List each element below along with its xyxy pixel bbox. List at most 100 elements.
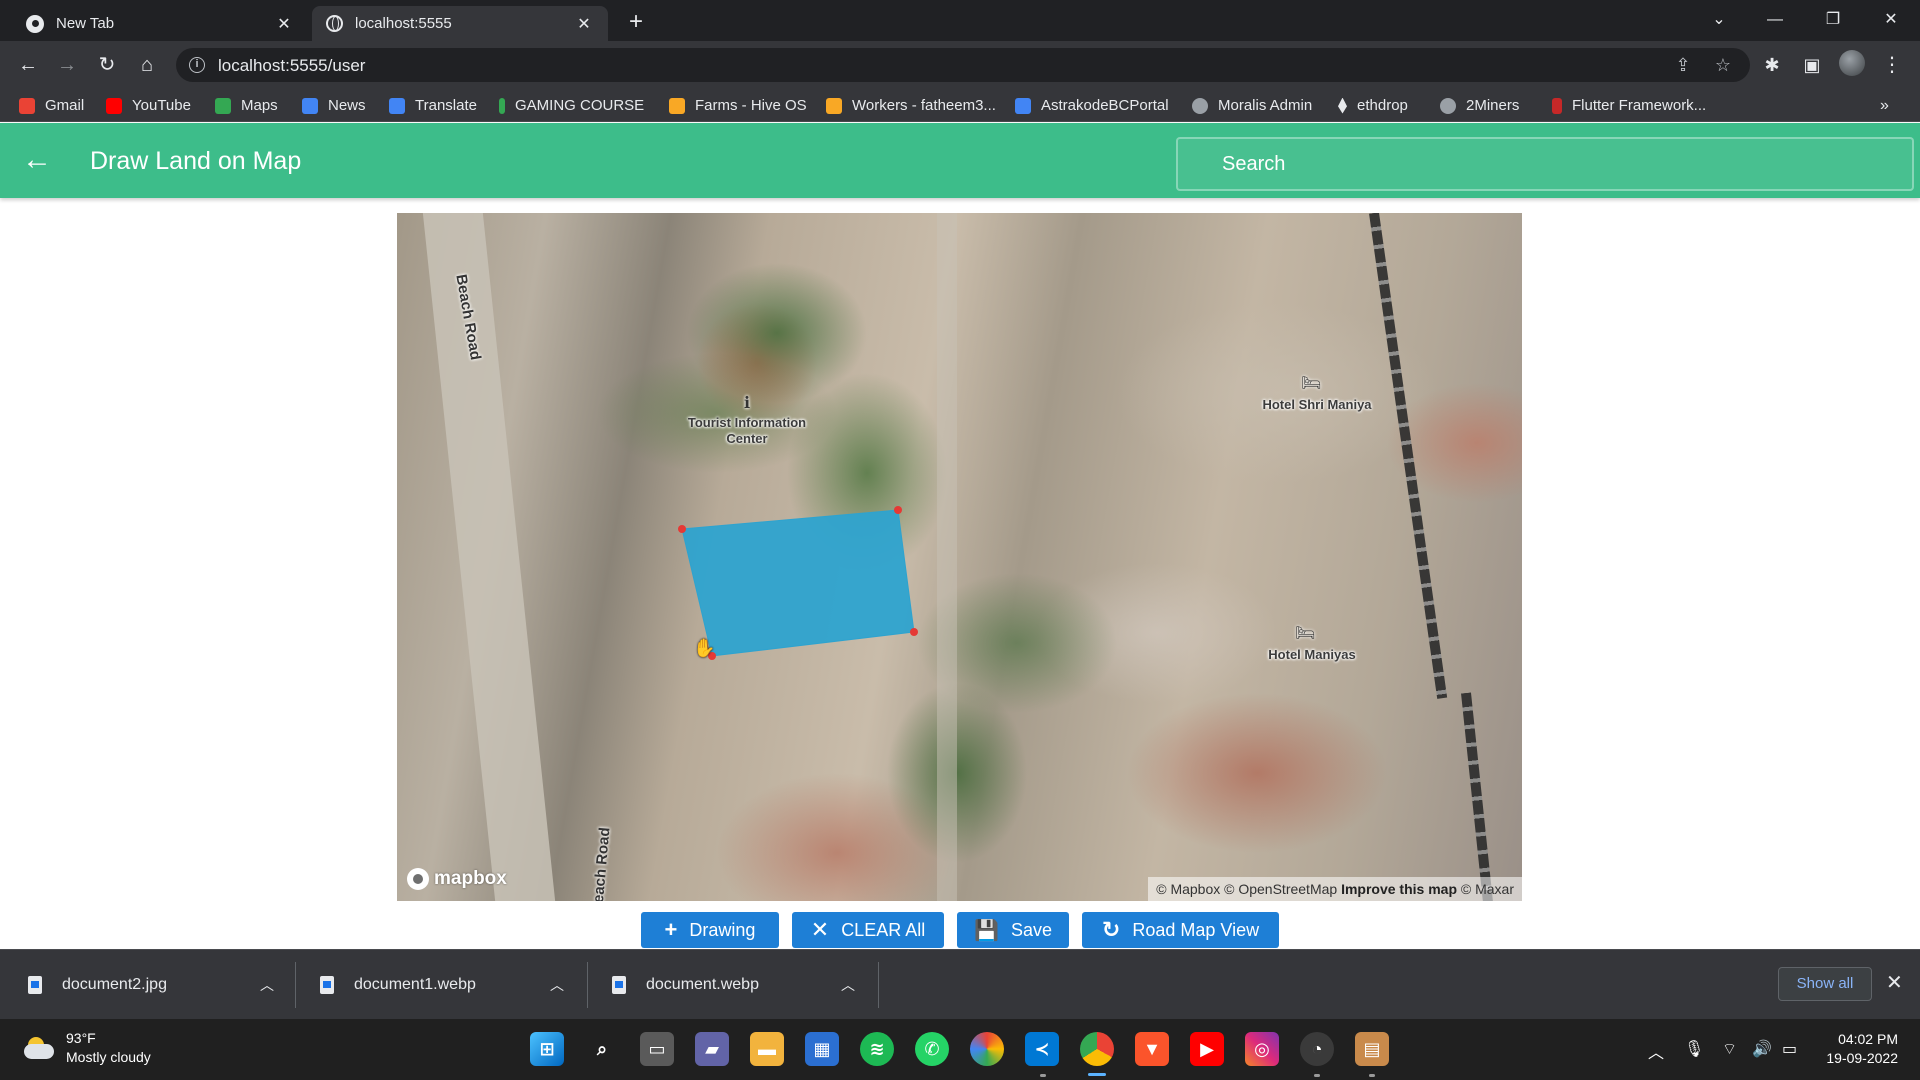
teams-chat-icon[interactable]: ▰ (695, 1032, 729, 1066)
extensions-icon[interactable]: ✱ (1756, 49, 1788, 81)
ethereum-icon (1338, 97, 1347, 114)
search-icon[interactable]: ⌕ (585, 1032, 619, 1066)
weather-widget[interactable]: 93°F Mostly cloudy (24, 1029, 151, 1067)
photos-icon[interactable] (970, 1032, 1004, 1066)
search-input[interactable] (1178, 139, 1912, 189)
task-view-icon[interactable]: ▭ (640, 1032, 674, 1066)
bookmark-astrakode[interactable]: AstrakodeBCPortal (1015, 89, 1169, 122)
drawing-button[interactable]: + Drawing (641, 912, 779, 948)
chrome-taskbar-icon[interactable] (1080, 1032, 1114, 1066)
save-button[interactable]: 💾 Save (957, 912, 1069, 948)
weather-description: Mostly cloudy (66, 1049, 151, 1065)
info-icon[interactable]: i (189, 57, 205, 73)
windows-start-icon[interactable]: ⊞ (530, 1032, 564, 1066)
close-icon[interactable]: ✕ (274, 14, 294, 34)
download-filename: document1.webp (354, 976, 476, 993)
tab-localhost[interactable]: localhost:5555 ✕ (312, 6, 608, 41)
close-icon[interactable]: ✕ (574, 14, 594, 34)
vscode-icon[interactable]: ≺ (1025, 1032, 1059, 1066)
mapbox-logo[interactable]: mapbox (407, 868, 507, 890)
bookmark-ethdrop[interactable]: ethdrop (1338, 89, 1408, 122)
back-arrow-icon[interactable]: ← (20, 143, 54, 177)
wifi-icon[interactable]: ⌔ (1722, 1039, 1737, 1059)
translate-icon (389, 97, 405, 114)
bookmark-translate[interactable]: Translate (389, 89, 477, 122)
battery-icon[interactable]: ▭ (1782, 1039, 1797, 1059)
chevron-up-icon[interactable]: ︿ (841, 975, 855, 995)
spotify-icon[interactable]: ≋ (860, 1032, 894, 1066)
attribution-osm[interactable]: © OpenStreetMap (1224, 881, 1337, 897)
polygon-vertex[interactable] (894, 506, 902, 514)
search-field[interactable] (1176, 137, 1914, 191)
package-box-icon[interactable]: ▤ (1355, 1032, 1389, 1066)
attribution-maxar[interactable]: © Maxar (1461, 881, 1514, 897)
tab-search-icon[interactable]: ⌄ (1696, 4, 1742, 36)
clear-all-button[interactable]: ✕ CLEAR All (792, 912, 944, 948)
bookmark-flutter[interactable]: Flutter Framework... (1552, 89, 1706, 122)
divider (295, 962, 296, 1008)
polygon-vertex[interactable] (910, 628, 918, 636)
share-icon[interactable]: ⇪ (1670, 52, 1696, 78)
moralis-icon (1192, 97, 1208, 114)
bookmark-label: Moralis Admin (1218, 97, 1313, 114)
show-all-button[interactable]: Show all (1778, 967, 1872, 1001)
download-filename: document2.jpg (62, 976, 167, 993)
download-item[interactable]: document1.webp ︿ (320, 962, 570, 1008)
clock[interactable]: 04:02 PM 19-09-2022 (1808, 1030, 1898, 1068)
side-panel-icon[interactable]: ▣ (1796, 49, 1828, 81)
tab-new-tab[interactable]: New Tab ✕ (12, 6, 308, 41)
menu-kebab-icon[interactable]: ⋮ (1876, 49, 1908, 81)
reload-icon[interactable]: ↻ (91, 49, 123, 81)
forward-icon[interactable]: → (51, 49, 83, 81)
bookmark-star-icon[interactable]: ☆ (1710, 52, 1736, 78)
land-polygon[interactable] (681, 509, 915, 657)
bookmark-gaming-course[interactable]: GAMING COURSE (499, 89, 644, 122)
chevron-up-icon[interactable]: ︿ (1648, 1039, 1664, 1063)
polygon-vertex[interactable] (678, 525, 686, 533)
home-icon[interactable]: ⌂ (131, 49, 163, 81)
bookmark-moralis[interactable]: Moralis Admin (1192, 89, 1312, 122)
microphone-icon[interactable]: 🎙 (1684, 1039, 1704, 1059)
bookmark-youtube[interactable]: YouTube (106, 89, 191, 122)
restore-button[interactable]: ❐ (1810, 4, 1856, 36)
bookmark-maps[interactable]: Maps (215, 89, 278, 122)
instagram-icon[interactable]: ◎ (1245, 1032, 1279, 1066)
bookmark-hive-os[interactable]: Farms - Hive OS (669, 89, 807, 122)
profile-avatar[interactable] (1839, 50, 1865, 76)
road-map-view-button[interactable]: ↻ Road Map View (1082, 912, 1279, 948)
bookmark-gmail[interactable]: Gmail (19, 89, 84, 122)
file-icon (28, 976, 42, 994)
chevron-up-icon[interactable]: ︿ (260, 975, 274, 995)
download-filename: document.webp (646, 976, 759, 993)
refresh-icon: ↻ (1101, 917, 1121, 942)
whatsapp-icon[interactable]: ✆ (915, 1032, 949, 1066)
improve-map-link[interactable]: Improve this map (1341, 881, 1457, 897)
bookmark-news[interactable]: News (302, 89, 366, 122)
window-close-button[interactable]: ✕ (1868, 4, 1914, 36)
chevron-up-icon[interactable]: ︿ (550, 975, 564, 995)
file-explorer-icon[interactable]: ▬ (750, 1032, 784, 1066)
more-bookmarks-icon[interactable]: » (1880, 89, 1889, 122)
news-icon (302, 97, 318, 114)
bookmark-2miners[interactable]: 2Miners (1440, 89, 1519, 122)
new-tab-button[interactable]: + (622, 8, 650, 36)
back-icon[interactable]: ← (12, 49, 44, 81)
address-bar[interactable]: i localhost:5555/user ⇪ ☆ (176, 48, 1750, 82)
bookmark-label: Farms - Hive OS (695, 97, 807, 114)
app-bar: ← Draw Land on Map (0, 123, 1920, 198)
download-item[interactable]: document.webp ︿ (612, 962, 862, 1008)
button-label: CLEAR All (841, 919, 926, 940)
attribution-mapbox[interactable]: © Mapbox (1156, 881, 1220, 897)
close-downloads-icon[interactable]: ✕ (1886, 970, 1903, 995)
bookmark-label: YouTube (132, 97, 191, 114)
satellite-map[interactable]: Beach Road Beach Road ℹ Tourist Informat… (397, 213, 1522, 901)
microsoft-store-icon[interactable]: ▦ (805, 1032, 839, 1066)
browser-tab-strip: New Tab ✕ localhost:5555 ✕ + ⌄ — ❐ ✕ (0, 0, 1920, 41)
brave-icon[interactable]: ▼ (1135, 1032, 1169, 1066)
volume-icon[interactable]: 🔊 (1752, 1039, 1772, 1059)
minimize-button[interactable]: — (1752, 4, 1798, 36)
bookmark-workers[interactable]: Workers - fatheem3... (826, 89, 996, 122)
app-icon-circle[interactable]: ◔ (1300, 1032, 1334, 1066)
download-item[interactable]: document2.jpg ︿ (28, 962, 278, 1008)
youtube-icon[interactable]: ▶ (1190, 1032, 1224, 1066)
